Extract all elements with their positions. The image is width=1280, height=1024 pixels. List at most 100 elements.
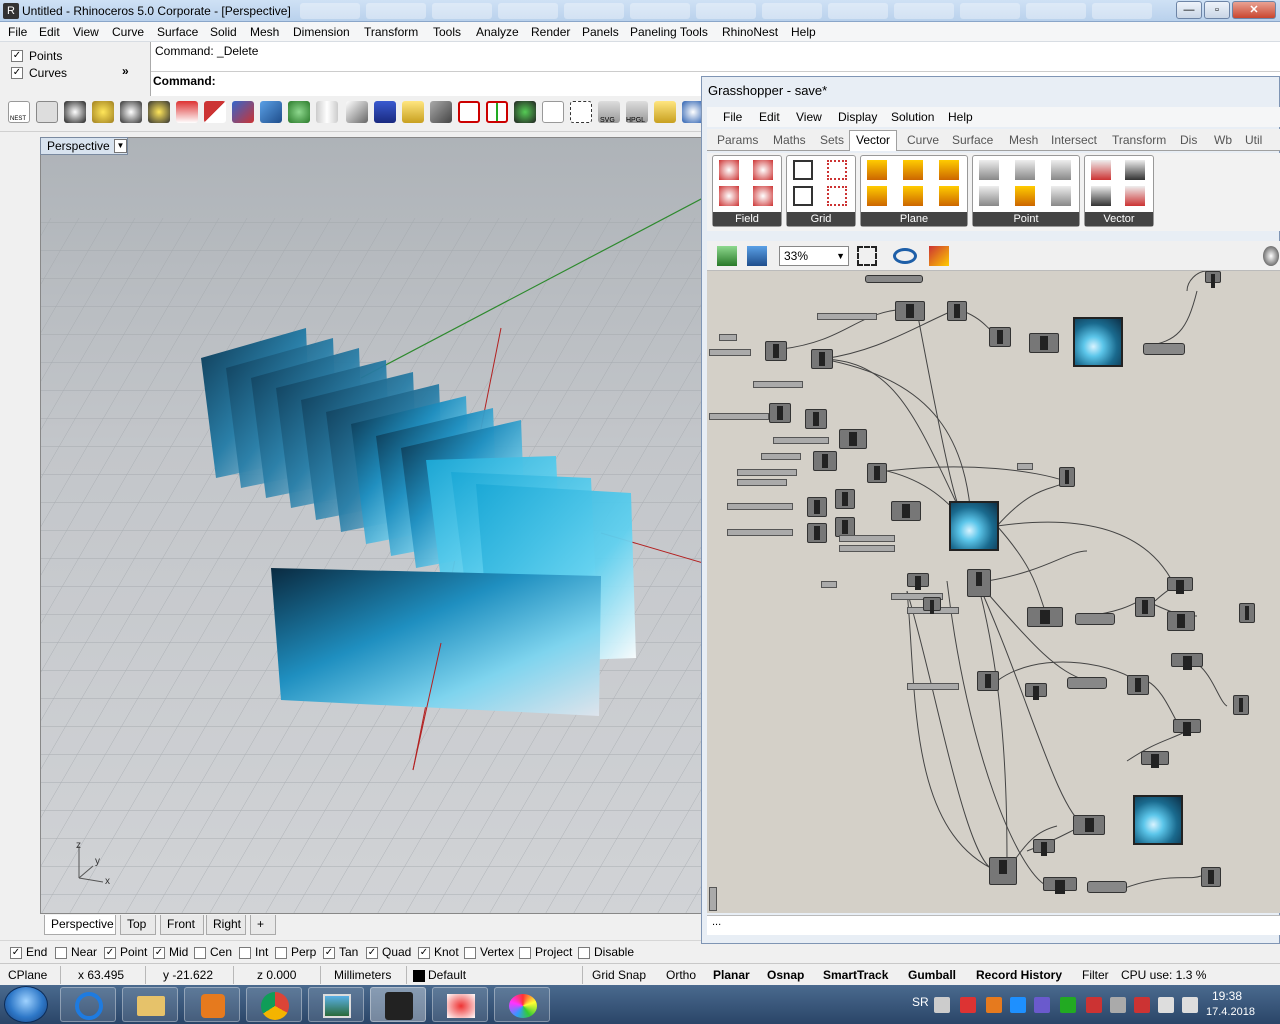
menu-curve[interactable]: Curve xyxy=(112,25,144,39)
gh-component[interactable] xyxy=(947,301,967,321)
osnap-toggle[interactable]: Osnap xyxy=(767,968,804,982)
osnap-end[interactable]: End xyxy=(10,945,47,959)
menu-view[interactable]: View xyxy=(73,25,99,39)
field-line-charge-icon[interactable] xyxy=(753,186,773,206)
field-magnet-icon[interactable] xyxy=(719,160,739,180)
gh-menu-view[interactable]: View xyxy=(796,110,822,124)
gh-menu-help[interactable]: Help xyxy=(948,110,973,124)
ribbon-group-grid-label[interactable]: Grid xyxy=(787,212,855,226)
tab-perspective[interactable]: Perspective xyxy=(44,915,116,935)
gh-component[interactable] xyxy=(1167,611,1195,631)
gh-component[interactable] xyxy=(807,523,827,543)
vector-2pt-icon[interactable] xyxy=(1125,160,1145,180)
osnap-knot[interactable]: Knot xyxy=(418,945,459,959)
osnap-disable-checkbox[interactable] xyxy=(578,946,590,959)
nvidia-tray-icon[interactable] xyxy=(1060,997,1076,1013)
save-svg-icon[interactable]: SVG xyxy=(598,101,620,124)
media-player-taskbar-icon[interactable] xyxy=(184,987,240,1022)
ribbon-group-point-label[interactable]: Point xyxy=(973,212,1079,226)
field-magnet-pair-icon[interactable] xyxy=(753,160,773,180)
preview-eye-icon[interactable] xyxy=(893,248,917,264)
save-hpgl-icon[interactable]: HPGL xyxy=(626,101,648,124)
clock-date[interactable]: 17.4.2018 xyxy=(1206,1006,1255,1018)
perspective-viewport[interactable]: z y x xyxy=(40,137,702,914)
plane-origin-icon[interactable] xyxy=(903,160,923,180)
number-slider[interactable] xyxy=(839,545,895,552)
volume-muted-tray-icon[interactable] xyxy=(1182,997,1198,1013)
gh-component[interactable] xyxy=(891,501,921,521)
number-slider[interactable] xyxy=(773,437,829,444)
osnap-vertex-checkbox[interactable] xyxy=(464,946,476,959)
number-slider[interactable] xyxy=(709,349,751,356)
number-slider[interactable] xyxy=(727,529,793,536)
gh-component[interactable] xyxy=(765,341,787,361)
layer-label[interactable]: Default xyxy=(428,968,466,982)
number-slider[interactable] xyxy=(719,334,737,341)
close-button[interactable]: ✕ xyxy=(1232,1,1276,19)
nest-icon[interactable]: NEST xyxy=(8,101,30,123)
pull-point-icon[interactable] xyxy=(1051,186,1071,206)
number-slider[interactable] xyxy=(727,503,793,510)
osnap-tan-checkbox[interactable] xyxy=(323,946,335,959)
canvas-scrollbar[interactable] xyxy=(709,887,717,911)
number-slider[interactable] xyxy=(1017,463,1033,470)
osnap-quad-checkbox[interactable] xyxy=(366,946,378,959)
gh-component[interactable] xyxy=(989,327,1011,347)
osnap-int-checkbox[interactable] xyxy=(239,946,251,959)
gh-component[interactable] xyxy=(813,451,837,471)
deconstruct-plane-icon[interactable] xyxy=(939,186,959,206)
osnap-point-checkbox[interactable] xyxy=(104,946,116,959)
osnap-near-checkbox[interactable] xyxy=(55,946,67,959)
number-slider[interactable] xyxy=(737,479,787,486)
menu-paneling-tools[interactable]: Paneling Tools xyxy=(630,25,708,39)
menu-render[interactable]: Render xyxy=(531,25,570,39)
tab-front[interactable]: Front xyxy=(160,915,204,935)
action-center-tray-icon[interactable] xyxy=(1134,997,1150,1013)
gh-component[interactable] xyxy=(867,463,887,483)
curves-tool-icon[interactable] xyxy=(316,101,338,123)
language-indicator[interactable]: SR xyxy=(912,995,929,1009)
square-grid-icon[interactable] xyxy=(793,160,813,180)
gh-component[interactable] xyxy=(1239,603,1255,623)
plane-offset-icon[interactable] xyxy=(939,160,959,180)
populate-2d-icon[interactable] xyxy=(827,186,847,206)
ie-taskbar-icon[interactable] xyxy=(60,987,116,1022)
osnap-quad[interactable]: Quad xyxy=(366,945,411,959)
photo-viewer-taskbar-icon[interactable] xyxy=(308,987,364,1022)
number-slider[interactable] xyxy=(907,683,959,690)
pdf-tray-icon[interactable] xyxy=(960,997,976,1013)
gh-component[interactable] xyxy=(1135,597,1155,617)
app2-tray-icon[interactable] xyxy=(1034,997,1050,1013)
osnap-cen[interactable]: Cen xyxy=(194,945,232,959)
record-history-toggle[interactable]: Record History xyxy=(976,968,1062,982)
gh-component[interactable] xyxy=(1029,333,1059,353)
canvas-widget-icon[interactable] xyxy=(1263,246,1279,266)
explorer-taskbar-icon[interactable] xyxy=(122,987,178,1022)
gh-tab-curve[interactable]: Curve xyxy=(907,133,939,147)
ribbon-group-field-label[interactable]: Field xyxy=(713,212,781,226)
layers-tool-icon[interactable] xyxy=(374,101,396,123)
gh-tab-vector[interactable]: Vector xyxy=(849,130,898,151)
tab-right[interactable]: Right xyxy=(206,915,246,935)
menu-surface[interactable]: Surface xyxy=(157,25,198,39)
color-picker-icon[interactable] xyxy=(514,101,536,123)
gh-component[interactable] xyxy=(907,573,929,590)
gh-tab-dis[interactable]: Dis xyxy=(1180,133,1197,147)
gh-component[interactable] xyxy=(1173,719,1201,736)
closest-point-icon[interactable] xyxy=(1051,160,1071,180)
populate-grid-icon[interactable] xyxy=(827,160,847,180)
gh-component[interactable] xyxy=(1127,675,1149,695)
gh-component[interactable] xyxy=(895,301,925,321)
construct-point-icon[interactable] xyxy=(979,160,999,180)
command-prompt[interactable]: Command: xyxy=(153,74,216,88)
network-tray-icon[interactable] xyxy=(1158,997,1174,1013)
menu-transform[interactable]: Transform xyxy=(364,25,418,39)
osnap-mid-checkbox[interactable] xyxy=(153,946,165,959)
planar-toggle[interactable]: Planar xyxy=(713,968,750,982)
open-file-icon[interactable] xyxy=(717,246,737,266)
text-panel[interactable] xyxy=(1143,343,1185,355)
osnap-int[interactable]: Int xyxy=(239,945,268,959)
osnap-point[interactable]: Point xyxy=(104,945,147,959)
gh-component[interactable] xyxy=(835,489,855,509)
box-tool-icon[interactable] xyxy=(260,101,282,123)
